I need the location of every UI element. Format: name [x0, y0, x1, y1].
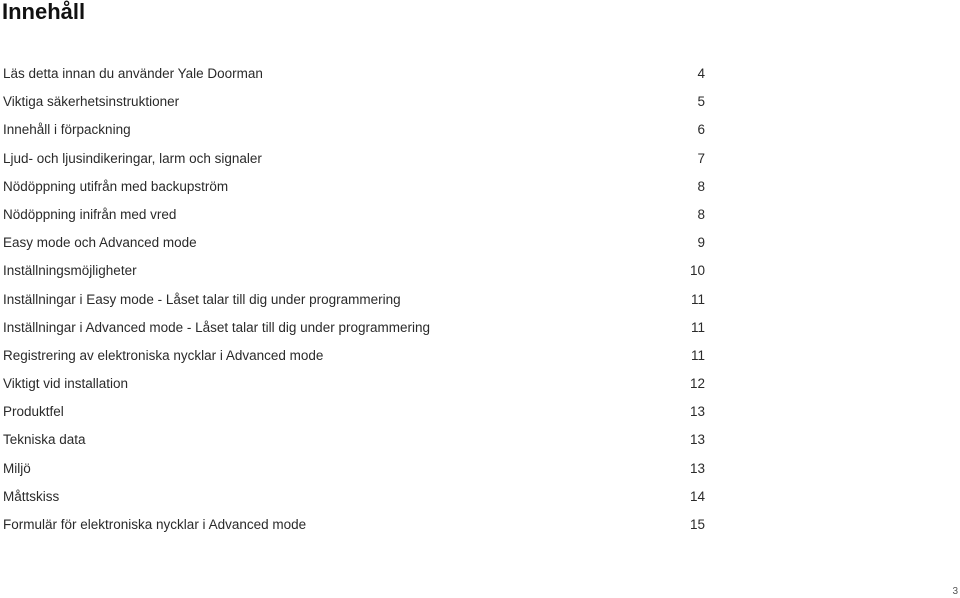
toc-entry[interactable]: Formulär för elektroniska nycklar i Adva…	[3, 515, 705, 543]
toc-entry-title: Inställningar i Advanced mode - Låset ta…	[3, 319, 430, 335]
toc-entry[interactable]: Innehåll i förpackning 6	[3, 120, 705, 148]
toc-entry-page: 13	[689, 404, 705, 420]
toc-entry-title: Läs detta innan du använder Yale Doorman	[3, 66, 263, 81]
toc-entry-page: 8	[697, 178, 705, 194]
toc-entry-title: Inställningsmöjligheter	[3, 263, 137, 279]
toc-entry-page: 8	[697, 206, 705, 222]
toc-entry-page: 7	[697, 150, 705, 166]
toc-entry-title: Formulär för elektroniska nycklar i Adva…	[3, 517, 307, 532]
toc-entry-page: 14	[689, 488, 705, 504]
toc-entry[interactable]: Tekniska data 13	[3, 430, 705, 458]
toc-entry[interactable]: Produktfel 13	[3, 402, 705, 430]
toc-entry-title: Ljud- och ljusindikeringar, larm och sig…	[3, 150, 262, 166]
toc-entry[interactable]: Nödöppning utifrån med backupström 8	[3, 177, 705, 205]
toc-entry[interactable]: Måttskiss 14	[3, 487, 705, 515]
toc-entry-page: 6	[697, 122, 705, 138]
toc-entry-page: 11	[690, 319, 705, 335]
toc-entry[interactable]: Registrering av elektroniska nycklar i A…	[3, 346, 705, 374]
toc-entry-page: 4	[697, 66, 705, 81]
toc-entry[interactable]: Nödöppning inifrån med vred 8	[3, 205, 705, 233]
toc-entry-title: Nödöppning inifrån med vred	[3, 206, 177, 222]
toc-entry-title: Viktigt vid installation	[3, 376, 129, 392]
toc-entry[interactable]: Miljö 13	[3, 459, 705, 487]
toc-entry-title: Måttskiss	[3, 488, 60, 504]
toc-entry-page: 13	[689, 432, 705, 448]
toc-entry-title: Registrering av elektroniska nycklar i A…	[3, 347, 324, 363]
toc-entry-title: Tekniska data	[3, 432, 86, 448]
toc-entry-page: 5	[697, 94, 705, 110]
toc-entry[interactable]: Easy mode och Advanced mode 9	[3, 233, 705, 261]
toc-entry-title: Produktfel	[3, 404, 64, 420]
toc-entry-page: 11	[690, 291, 705, 307]
toc-entry-page: 13	[689, 460, 705, 476]
page-number: 3	[952, 586, 958, 597]
toc-entry[interactable]: Viktiga säkerhetsinstruktioner 5	[3, 92, 705, 120]
toc-entry[interactable]: Läs detta innan du använder Yale Doorman…	[3, 64, 705, 92]
toc-entry-title: Miljö	[3, 460, 31, 476]
toc-entry-title: Easy mode och Advanced mode	[3, 235, 197, 251]
toc-entry-title: Viktiga säkerhetsinstruktioner	[3, 94, 180, 110]
toc-entry-title: Inställningar i Easy mode - Låset talar …	[3, 291, 401, 307]
toc-entry-page: 10	[689, 263, 705, 279]
toc-entry-title: Nödöppning utifrån med backupström	[3, 178, 229, 194]
toc-entry-page: 11	[690, 347, 705, 363]
toc-entry[interactable]: Inställningar i Advanced mode - Låset ta…	[3, 318, 705, 346]
toc-entry-page: 15	[689, 517, 705, 532]
table-of-contents: Läs detta innan du använder Yale Doorman…	[3, 64, 705, 543]
page-title: Innehåll	[2, 0, 86, 24]
toc-entry[interactable]: Viktigt vid installation 12	[3, 374, 705, 402]
toc-entry[interactable]: Ljud- och ljusindikeringar, larm och sig…	[3, 149, 705, 177]
toc-entry-title: Innehåll i förpackning	[3, 122, 131, 138]
toc-entry[interactable]: Inställningar i Easy mode - Låset talar …	[3, 290, 705, 318]
toc-entry-page: 12	[689, 376, 705, 392]
toc-entry-page: 9	[697, 235, 705, 251]
toc-entry[interactable]: Inställningsmöjligheter 10	[3, 261, 705, 289]
